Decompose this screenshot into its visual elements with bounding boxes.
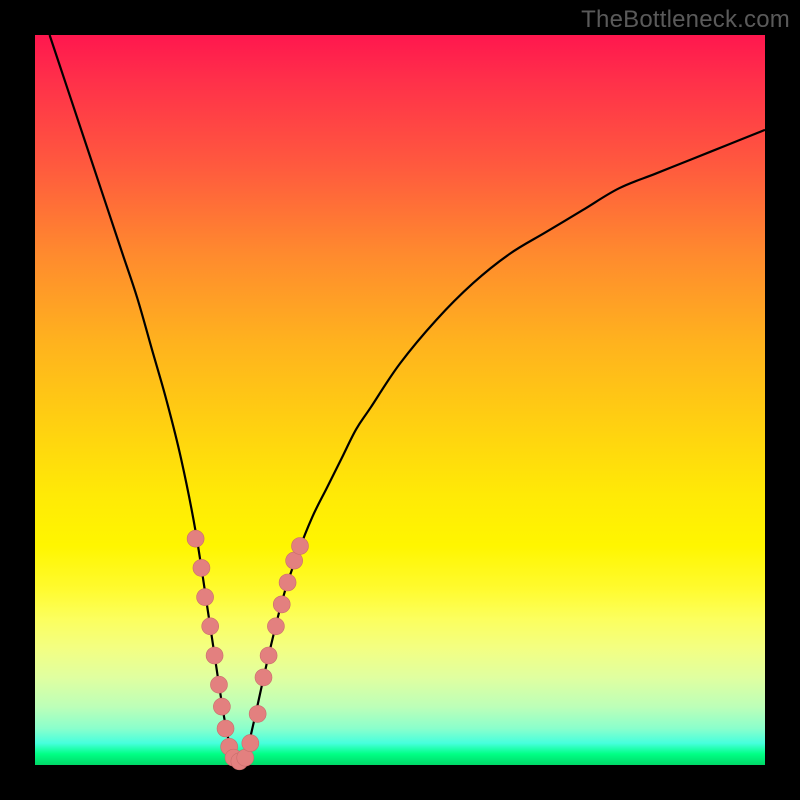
- data-marker: [255, 669, 272, 686]
- data-marker: [273, 596, 290, 613]
- data-marker: [242, 735, 259, 752]
- chart-svg: [0, 0, 800, 800]
- data-marker: [206, 647, 223, 664]
- data-marker: [202, 618, 219, 635]
- data-marker: [260, 647, 277, 664]
- data-marker: [197, 589, 214, 606]
- data-marker: [210, 676, 227, 693]
- data-marker: [279, 574, 296, 591]
- data-marker: [291, 538, 308, 555]
- chart-frame: TheBottleneck.com: [0, 0, 800, 800]
- data-marker: [217, 720, 234, 737]
- data-marker: [213, 698, 230, 715]
- data-marker: [187, 530, 204, 547]
- curve-layer: [50, 35, 765, 765]
- data-marker: [249, 705, 266, 722]
- bottleneck-curve: [50, 35, 765, 765]
- markers-layer: [187, 530, 308, 770]
- data-marker: [193, 559, 210, 576]
- data-marker: [267, 618, 284, 635]
